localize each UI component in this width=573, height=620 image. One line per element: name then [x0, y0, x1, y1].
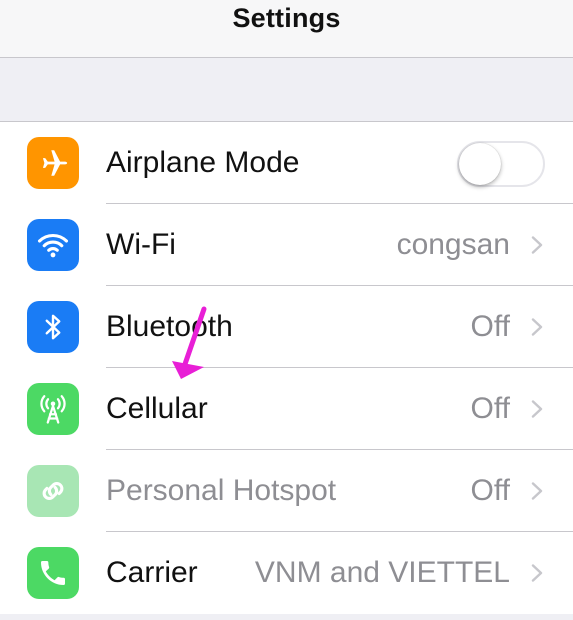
row-label: Carrier — [106, 556, 198, 589]
row-value: congsan — [396, 228, 510, 261]
hotspot-chain-icon — [27, 465, 79, 517]
row-label: Personal Hotspot — [106, 474, 337, 507]
row-value: Off — [470, 310, 510, 343]
settings-row-bluetooth[interactable]: Bluetooth Off — [0, 286, 573, 368]
settings-row-airplane-mode[interactable]: Airplane Mode — [0, 122, 573, 204]
chevron-right-icon — [531, 564, 543, 582]
phone-icon — [27, 547, 79, 599]
chevron-right-icon — [531, 400, 543, 418]
wifi-icon — [27, 219, 79, 271]
chevron-right-icon — [531, 236, 543, 254]
bluetooth-icon — [27, 301, 79, 353]
navigation-bar: Settings — [0, 0, 573, 58]
row-label: Wi-Fi — [106, 228, 176, 261]
settings-row-cellular[interactable]: Cellular Off — [0, 368, 573, 450]
row-value: Off — [470, 474, 510, 507]
airplane-icon — [27, 137, 79, 189]
chevron-right-icon — [531, 482, 543, 500]
toggle-knob — [459, 143, 501, 185]
row-label: Airplane Mode — [106, 146, 300, 179]
row-label: Bluetooth — [106, 310, 233, 343]
row-label: Cellular — [106, 392, 208, 425]
airplane-mode-toggle[interactable] — [457, 141, 545, 187]
settings-row-wifi[interactable]: Wi-Fi congsan — [0, 204, 573, 286]
page-title: Settings — [232, 3, 341, 33]
row-value: VNM and VIETTEL — [254, 556, 510, 589]
settings-row-carrier[interactable]: Carrier VNM and VIETTEL — [0, 532, 573, 614]
settings-group: Airplane Mode Wi-Fi congsan Bluetooth Of… — [0, 121, 573, 614]
settings-row-personal-hotspot[interactable]: Personal Hotspot Off — [0, 450, 573, 532]
cellular-antenna-icon — [27, 383, 79, 435]
chevron-right-icon — [531, 318, 543, 336]
row-value: Off — [470, 392, 510, 425]
